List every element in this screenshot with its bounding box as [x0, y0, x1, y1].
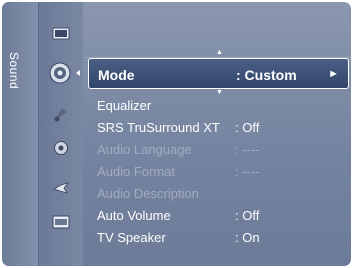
active-icon-caret	[76, 70, 80, 76]
menu-item-value: : On	[235, 230, 260, 245]
menu-item-tv-speaker[interactable]: TV Speaker : On	[97, 230, 347, 248]
menu-item-srs-trusurround[interactable]: SRS TruSurround XT : Off	[97, 120, 347, 138]
menu-icon-column	[39, 2, 83, 266]
menu-item-audio-format: Audio Format : ----	[97, 164, 347, 182]
menu-item-value: : ----	[235, 142, 260, 157]
osd-menu-frame: Sound ▲ Mode : Custom ► ▼ Equalizer SRS …	[2, 2, 351, 266]
scroll-down-icon[interactable]: ▼	[216, 89, 223, 96]
menu-item-label: Audio Language	[97, 142, 192, 157]
side-tab-label: Sound	[7, 52, 21, 90]
menu-item-audio-language: Audio Language : ----	[97, 142, 347, 160]
menu-item-auto-volume[interactable]: Auto Volume : Off	[97, 208, 347, 226]
menu-item-mode[interactable]: Mode : Custom ►	[88, 58, 349, 89]
menu-item-label: TV Speaker	[97, 230, 166, 245]
sound-menu: ▲ Mode : Custom ► ▼ Equalizer SRS TruSur…	[84, 2, 351, 266]
menu-item-label: Audio Description	[97, 186, 199, 201]
menu-item-value: : Off	[235, 208, 260, 223]
input-icon[interactable]	[52, 180, 70, 196]
sound-icon[interactable]	[49, 62, 71, 84]
mode-label: Mode	[98, 67, 135, 83]
menu-item-audio-description: Audio Description	[97, 186, 347, 204]
side-tab: Sound	[2, 2, 39, 266]
menu-item-equalizer[interactable]: Equalizer	[97, 98, 347, 116]
application-icon[interactable]	[52, 214, 70, 230]
channel-icon[interactable]	[52, 106, 70, 122]
mode-value: : Custom	[236, 67, 297, 83]
scroll-up-icon[interactable]: ▲	[216, 49, 223, 56]
menu-item-label: Auto Volume	[97, 208, 171, 223]
setup-icon[interactable]	[52, 140, 70, 156]
menu-item-label: SRS TruSurround XT	[97, 120, 220, 135]
menu-item-value: : ----	[235, 164, 260, 179]
picture-icon[interactable]	[52, 26, 70, 42]
menu-item-value: : Off	[235, 120, 260, 135]
right-arrow-icon: ►	[328, 68, 339, 80]
menu-item-label: Audio Format	[97, 164, 176, 179]
menu-item-label: Equalizer	[97, 98, 152, 113]
